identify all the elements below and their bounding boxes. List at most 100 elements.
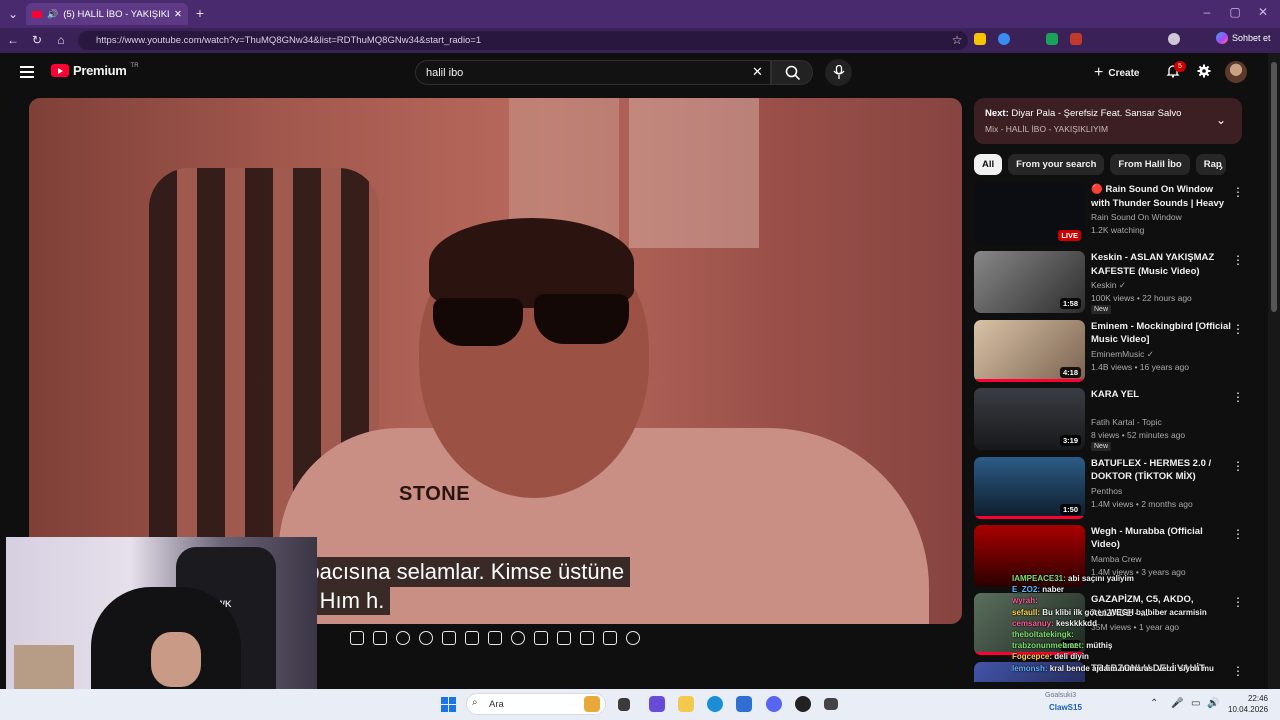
video-title[interactable]: KARA YEL: [1091, 388, 1231, 402]
close-tab-icon[interactable]: ✕: [174, 9, 182, 20]
tab-menu-icon[interactable]: ⌄: [6, 7, 20, 21]
chip-from-halil-ibo[interactable]: From Halil İbo: [1110, 154, 1190, 175]
video-title[interactable]: Wegh - Murabba (Official Video): [1091, 525, 1231, 552]
taskbar-app-icon[interactable]: [795, 696, 811, 712]
power-icon[interactable]: [419, 631, 433, 645]
screenshot-icon[interactable]: [350, 631, 364, 645]
up-next-title: Next: Diyar Pala - Şerefsiz Feat. Sansar…: [985, 108, 1181, 119]
home-icon[interactable]: ⌂: [54, 33, 68, 47]
windows-start-icon[interactable]: [441, 697, 456, 712]
copilot-button[interactable]: Sohbet et: [1216, 32, 1271, 44]
extension-green-icon[interactable]: [1046, 33, 1058, 45]
more-options-icon[interactable]: ⋮: [1232, 253, 1244, 267]
sunglasses-left-lens: [433, 298, 523, 346]
window-maximize-icon[interactable]: ▢: [1228, 5, 1242, 19]
speaker-icon[interactable]: 🔊: [47, 9, 58, 20]
taskbar-app-icon[interactable]: [649, 696, 665, 712]
more-options-icon[interactable]: ⋮: [1232, 390, 1244, 404]
list-item[interactable]: 1:50 BATUFLEX - HERMES 2.0 / DOKTOR (TİK…: [974, 456, 1244, 525]
stop-icon[interactable]: [511, 631, 525, 645]
more-options-icon[interactable]: ⋮: [1232, 527, 1244, 541]
taskbar-widget-icon[interactable]: [584, 696, 600, 712]
channel-name[interactable]: Keskin ✓: [1091, 280, 1126, 291]
reload-icon[interactable]: ↻: [30, 33, 44, 47]
up-next-card[interactable]: [974, 98, 1242, 144]
list-item[interactable]: 4:18 Eminem - Mockingbird [Official Musi…: [974, 319, 1244, 388]
chat-message: wyrah:: [1012, 596, 1038, 606]
settings-gear-icon[interactable]: [1197, 64, 1211, 78]
chevron-up-icon[interactable]: ⌃: [1150, 698, 1158, 709]
download-icon[interactable]: [465, 631, 479, 645]
search-input[interactable]: halil ibo: [415, 60, 771, 85]
file-icon[interactable]: [488, 631, 502, 645]
more-options-icon[interactable]: ⋮: [1232, 185, 1244, 199]
video-thumbnail[interactable]: 1:50: [974, 456, 1085, 519]
taskbar-clock[interactable]: 22:46 10.04.2026: [1228, 693, 1268, 715]
refresh-icon[interactable]: [626, 631, 640, 645]
settings-icon[interactable]: [396, 631, 410, 645]
chevron-down-icon[interactable]: ⌄: [1216, 113, 1226, 127]
pip-icon[interactable]: [373, 631, 387, 645]
video-thumbnail[interactable]: LIVE: [974, 183, 1085, 245]
theater-icon[interactable]: [580, 631, 594, 645]
channel-name[interactable]: EminemMusic ✓: [1091, 349, 1154, 360]
extension-blue-icon[interactable]: [998, 33, 1010, 45]
volume-icon[interactable]: 🔊: [1207, 698, 1219, 709]
video-title[interactable]: Eminem - Mockingbird [Official Music Vid…: [1091, 320, 1231, 347]
extension-yellow-icon[interactable]: [974, 33, 986, 45]
channel-name[interactable]: Penthos: [1091, 486, 1122, 496]
microphone-icon[interactable]: 🎤: [1171, 698, 1183, 709]
profile-icon[interactable]: [1168, 33, 1180, 45]
window-minimize-icon[interactable]: –: [1200, 5, 1214, 19]
taskbar-app-icon[interactable]: [824, 698, 838, 710]
video-title[interactable]: BATUFLEX - HERMES 2.0 / DOKTOR (TİKTOK M…: [1091, 457, 1231, 484]
menu-icon[interactable]: [20, 66, 34, 78]
clear-search-icon[interactable]: ✕: [752, 64, 763, 80]
channel-name[interactable]: Rain Sound On Window: [1091, 212, 1182, 222]
chevron-right-icon[interactable]: ›: [1219, 160, 1223, 174]
more-options-icon[interactable]: ⋮: [1232, 322, 1244, 336]
video-title[interactable]: 🔴 Rain Sound On Window with Thunder Soun…: [1091, 183, 1231, 210]
video-title[interactable]: Keskin - ASLAN YAKIŞMAZ KAFESTE (Music V…: [1091, 251, 1231, 278]
favorite-star-icon[interactable]: ☆: [950, 33, 964, 47]
browser-tab-active[interactable]: 🔊 (5) HALİL İBO - YAKIŞIKLIYIM ✕: [26, 3, 188, 25]
file-explorer-icon[interactable]: [678, 696, 694, 712]
address-bar[interactable]: https://www.youtube.com/watch?v=ThuMQ8GN…: [78, 31, 968, 50]
extension-red-icon[interactable]: [1070, 33, 1082, 45]
channel-name[interactable]: Mamba Crew: [1091, 554, 1142, 564]
task-view-icon[interactable]: [618, 698, 630, 711]
search-button[interactable]: [771, 60, 813, 85]
store-icon[interactable]: [736, 696, 752, 712]
network-icon[interactable]: ▭: [1191, 698, 1200, 709]
discord-icon[interactable]: [766, 696, 782, 712]
extension-control-bar: [350, 631, 640, 649]
create-label: Create: [1108, 67, 1140, 79]
fullscreen-icon[interactable]: [603, 631, 617, 645]
popout-icon[interactable]: [534, 631, 548, 645]
loop-icon[interactable]: [442, 631, 456, 645]
video-thumbnail[interactable]: 1:58: [974, 251, 1085, 314]
video-thumbnail[interactable]: 4:18: [974, 319, 1085, 382]
video-meta: 100K views • 22 hours ago: [1091, 293, 1192, 304]
list-item[interactable]: 3:19 KARA YEL Fatih Kartal - Topic 8 vie…: [974, 388, 1244, 456]
create-button[interactable]: + Create: [1094, 64, 1139, 82]
edge-browser-icon[interactable]: [707, 696, 723, 712]
chip-from-your-search[interactable]: From your search: [1008, 154, 1105, 175]
chat-message: trabzonunmehmet: müthiş: [1012, 641, 1113, 651]
voice-search-button[interactable]: [825, 59, 852, 86]
youtube-logo[interactable]: Premium TR: [51, 63, 139, 78]
expand-icon[interactable]: [557, 631, 571, 645]
scrollbar-thumb[interactable]: [1271, 62, 1277, 312]
chip-all[interactable]: All: [974, 154, 1003, 175]
account-avatar[interactable]: [1225, 61, 1247, 83]
new-tab-icon[interactable]: +: [193, 6, 207, 20]
list-item[interactable]: 1:58 Keskin - ASLAN YAKIŞMAZ KAFESTE (Mu…: [974, 251, 1244, 319]
video-thumbnail[interactable]: 3:19: [974, 388, 1085, 451]
window-close-icon[interactable]: ✕: [1256, 5, 1270, 19]
duration-badge: 1:50: [1059, 503, 1081, 515]
more-options-icon[interactable]: ⋮: [1232, 459, 1244, 473]
list-item[interactable]: LIVE 🔴 Rain Sound On Window with Thunder…: [974, 183, 1244, 251]
back-icon[interactable]: ←: [6, 33, 20, 47]
channel-name[interactable]: Fatih Kartal - Topic: [1091, 417, 1162, 427]
logo-text: Premium: [73, 63, 127, 78]
